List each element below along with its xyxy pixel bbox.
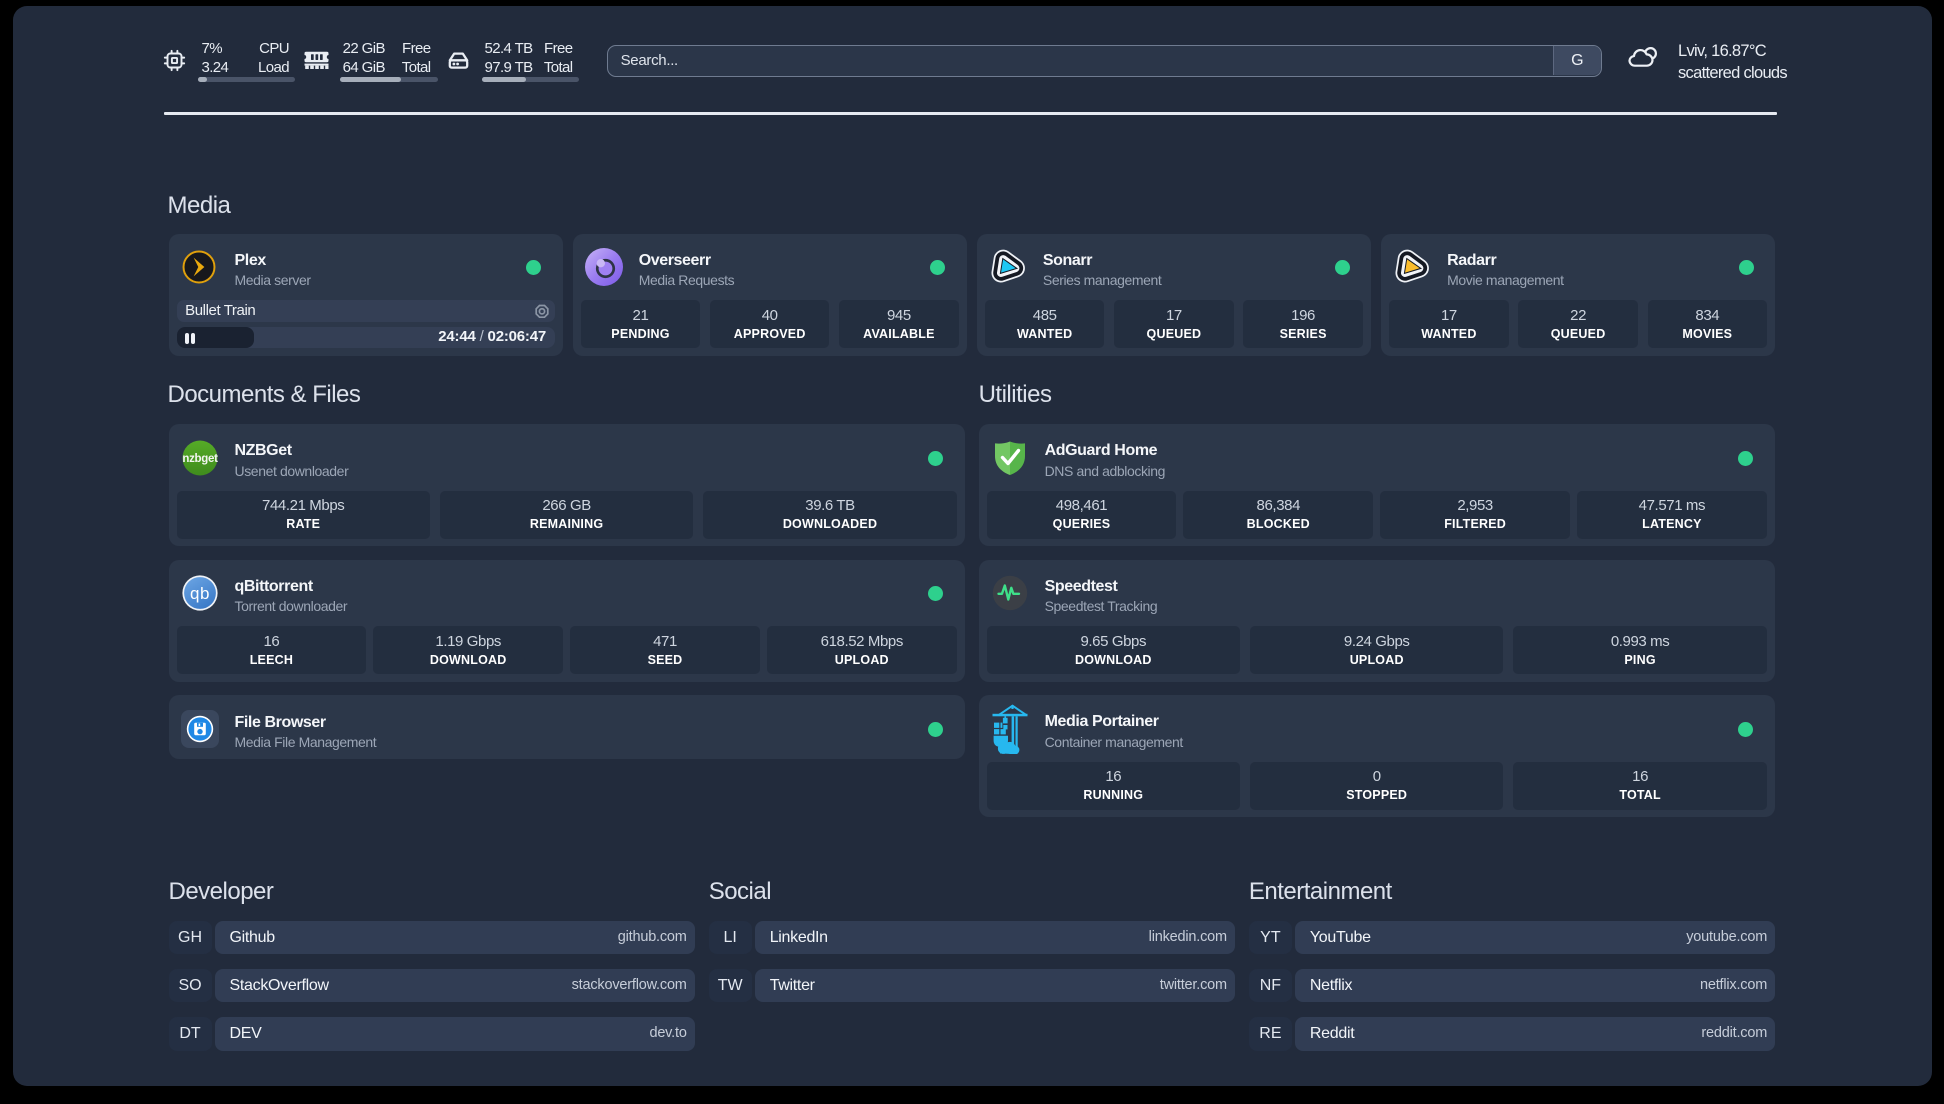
svg-text:qb: qb: [190, 584, 210, 603]
svg-text:nzbget: nzbget: [182, 453, 218, 465]
